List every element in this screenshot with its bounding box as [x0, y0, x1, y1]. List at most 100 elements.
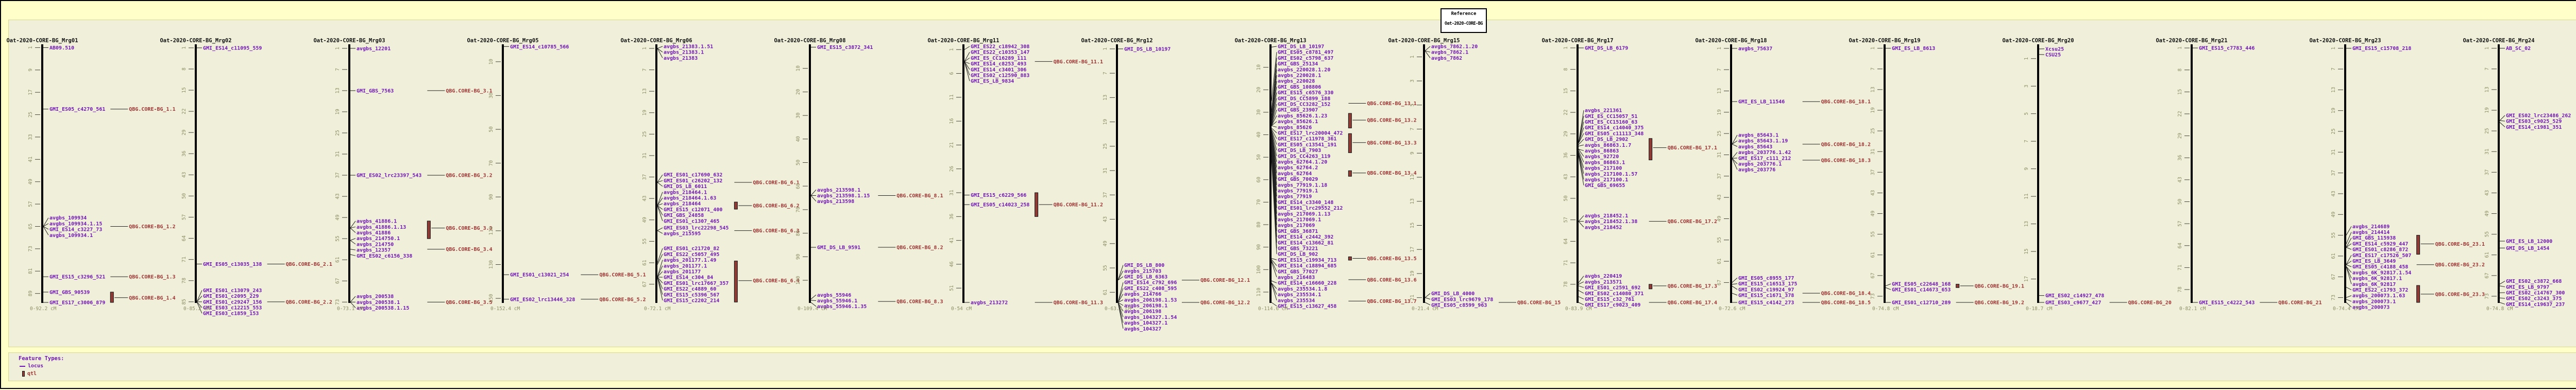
qtl-label[interactable]: QBG.CORE-BG_3.3 [446, 226, 492, 231]
marker-label[interactable]: GMI_ES15_c5396_567 [664, 292, 719, 298]
qtl-label[interactable]: QBG.CORE-BG_11.3 [1054, 300, 1103, 306]
marker-label[interactable]: avgbs_220028.1 [1278, 73, 1321, 79]
marker-label[interactable]: GMI_ES01_c13079_243 [203, 288, 262, 294]
marker-label[interactable]: GMI_GBS_115938 [2352, 235, 2396, 241]
marker-label[interactable]: GMI_ES17_c3006_879 [49, 300, 105, 306]
marker-label[interactable]: avgbs_109934 [49, 215, 87, 221]
marker-label[interactable]: avgbs_217069.1.13 [1278, 211, 1330, 217]
marker-label[interactable]: GMI_ES14_c3227_73 [49, 227, 102, 233]
qtl-bar[interactable] [2417, 285, 2420, 302]
chromosome-line[interactable] [1730, 44, 1732, 303]
qtl-label[interactable]: QBG.CORE-BG_2.2 [286, 299, 332, 305]
qtl-label[interactable]: QBG.CORE-BG_1.4 [129, 295, 175, 301]
marker-label[interactable]: avgbs_235534.1 [1278, 292, 1321, 298]
qtl-bar[interactable] [427, 221, 430, 239]
marker-label[interactable]: avgbs_215703 [1124, 268, 1161, 274]
marker-label[interactable]: avgbs_41886.1.13 [357, 225, 406, 230]
qtl-label[interactable]: QBG.CORE-BG_18.4 [1821, 291, 1871, 297]
marker-label[interactable]: GMI_ES_LB_12000 [2506, 239, 2552, 245]
qtl-label[interactable]: QBG.CORE-BG_3.2 [446, 173, 492, 179]
marker-label[interactable]: avgbs_217100.1 [1585, 177, 1628, 183]
marker-label[interactable]: AB09.510 [49, 45, 74, 51]
qtl-label[interactable]: QBG.CORE-BG_3.4 [446, 247, 492, 252]
marker-label[interactable]: GMI_GBS_70029 [1278, 177, 1318, 182]
qtl-bar[interactable] [1956, 284, 1959, 288]
marker-label[interactable]: GMI_ES17_c111_212 [1738, 156, 1791, 161]
qtl-bar[interactable] [1348, 171, 1351, 176]
qtl-bar[interactable] [1348, 113, 1351, 128]
marker-label[interactable]: AB_SC_02 [2506, 46, 2531, 52]
qtl-label[interactable]: QBG.CORE-BG_11.2 [1054, 202, 1103, 208]
marker-label[interactable]: avgbs_6K_92817 [2352, 282, 2396, 287]
qtl-label[interactable]: QBG.CORE-BG_6.1 [753, 180, 799, 185]
marker-label[interactable]: GMI_DS_LB_10197 [1124, 46, 1171, 52]
marker-label[interactable]: CSU25 [2045, 52, 2061, 58]
marker-label[interactable]: avgbs_200073.1 [2352, 299, 2396, 304]
marker-label[interactable]: Xcsu25 [2045, 46, 2064, 52]
marker-label[interactable]: avgbs_85626 [1278, 125, 1312, 130]
marker-label[interactable]: GMI_ES_CC15160_63 [1585, 120, 1637, 125]
marker-label[interactable]: GMI_ES15_c12071_400 [664, 207, 722, 213]
chromosome-line[interactable] [41, 44, 43, 303]
chromosome-line[interactable] [502, 44, 504, 303]
qtl-label[interactable]: QBG.CORE-BG_1.1 [129, 107, 175, 112]
marker-label[interactable]: GMI_ES15_c16513_175 [1738, 281, 1797, 287]
qtl-label[interactable]: QBG.CORE-BG_23.1 [2435, 242, 2485, 247]
marker-label[interactable]: avgbs_104327.1 [1124, 320, 1167, 326]
marker-label[interactable]: GMI_ES01_c17690_632 [664, 173, 722, 178]
marker-label[interactable]: GMI_ES01_c29247_156 [203, 299, 262, 305]
marker-label[interactable]: GMI_ES01_c8286_872 [2352, 247, 2408, 253]
marker-label[interactable]: GMI_ES05_c4188_458 [2352, 264, 2408, 270]
marker-label[interactable]: avgbs_201177 [664, 269, 701, 275]
qtl-label[interactable]: QBG.CORE-BG_17.2 [1668, 219, 1717, 225]
marker-label[interactable]: GMI_ES15_c32_761 [1585, 297, 1634, 302]
marker-label[interactable]: avgbs_6K_92817.1 [2352, 276, 2402, 282]
marker-label[interactable]: avgbs_55946 [817, 293, 851, 298]
marker-label[interactable]: GMI_ES15_c6576_330 [1278, 90, 1333, 96]
chromosome-line[interactable] [2037, 44, 2039, 303]
marker-label[interactable]: GMI_DS_LB_4000 [1431, 291, 1475, 297]
qtl-bar[interactable] [110, 292, 113, 302]
marker-label[interactable]: GMI_ES01_c14673_653 [1892, 287, 1951, 293]
marker-label[interactable]: avgbs_221361 [1585, 108, 1622, 114]
marker-label[interactable]: GMI_ES05_c11113_348 [1585, 131, 1643, 137]
marker-label[interactable]: avgbs_92720 [1585, 154, 1619, 160]
marker-label[interactable]: GMI_ES14_c2442_392 [1278, 234, 1333, 240]
marker-label[interactable]: GMI_DS_CC4263_119 [1278, 154, 1330, 159]
marker-label[interactable]: GMI_DS_LB_800 [1124, 263, 1164, 268]
marker-label[interactable]: avgbs_21383.1 [664, 50, 704, 56]
qtl-bar[interactable] [1348, 257, 1351, 260]
marker-label[interactable]: GMI_ES03_c9025_529 [2506, 119, 2562, 125]
marker-label[interactable]: avgbs_200073.1.63 [2352, 293, 2405, 299]
marker-label[interactable]: avgbs_86863 [1585, 148, 1619, 154]
qtl-label[interactable]: QBG.CORE-BG_6.2 [753, 204, 799, 209]
chromosome-line[interactable] [1269, 44, 1272, 303]
qtl-bar[interactable] [1649, 284, 1652, 289]
marker-label[interactable]: GMI_DS_CC3282_152 [1278, 102, 1330, 108]
marker-label[interactable]: GMI_ES02_c3872_668 [2506, 279, 2562, 284]
marker-label[interactable]: avgbs_201177.1 [664, 263, 707, 269]
marker-label[interactable]: GMI_GBS_25134 [1278, 61, 1318, 67]
marker-label[interactable]: avgbs_62764.2 [1278, 165, 1318, 171]
marker-label[interactable]: avgbs_213571 [1585, 279, 1622, 285]
marker-label[interactable]: GMI_GBS_77027 [1278, 269, 1318, 275]
qtl-label[interactable]: QBG.CORE-BG_12.1 [1200, 278, 1250, 283]
marker-label[interactable]: avgbs_235534 [1278, 298, 1315, 303]
marker-label[interactable]: avgbs_7862.1 [1431, 50, 1468, 56]
marker-label[interactable]: GMI_ES_LB_3649 [2352, 259, 2396, 264]
marker-label[interactable]: GMI_ES14_c19637_237 [2506, 302, 2565, 308]
marker-label[interactable]: GMI_GBS_36871 [1278, 229, 1318, 234]
marker-label[interactable]: avgbs_218452.1.38 [1585, 219, 1637, 225]
chromosome-line[interactable] [2498, 44, 2500, 303]
qtl-label[interactable]: QBG.CORE-BG_13.5 [1367, 256, 1416, 262]
marker-label[interactable]: avgbs_21383.1.51 [664, 44, 713, 50]
marker-label[interactable]: avgbs_217100.1.57 [1585, 172, 1637, 177]
marker-label[interactable]: avgbs_214750 [357, 242, 394, 247]
marker-label[interactable]: GMI_ES15_c4222_543 [2199, 300, 2255, 306]
marker-label[interactable]: GMI_GBS_90539 [49, 290, 90, 295]
marker-label[interactable]: GMI_ES15_c3872_341 [817, 45, 873, 50]
marker-label[interactable]: GMI_DS_CC5899_188 [1278, 96, 1330, 101]
qtl-label[interactable]: QBG.CORE-BG_18.2 [1821, 142, 1871, 147]
chromosome-line[interactable] [2344, 44, 2346, 303]
marker-label[interactable]: avgbs_213598.1 [817, 188, 860, 193]
